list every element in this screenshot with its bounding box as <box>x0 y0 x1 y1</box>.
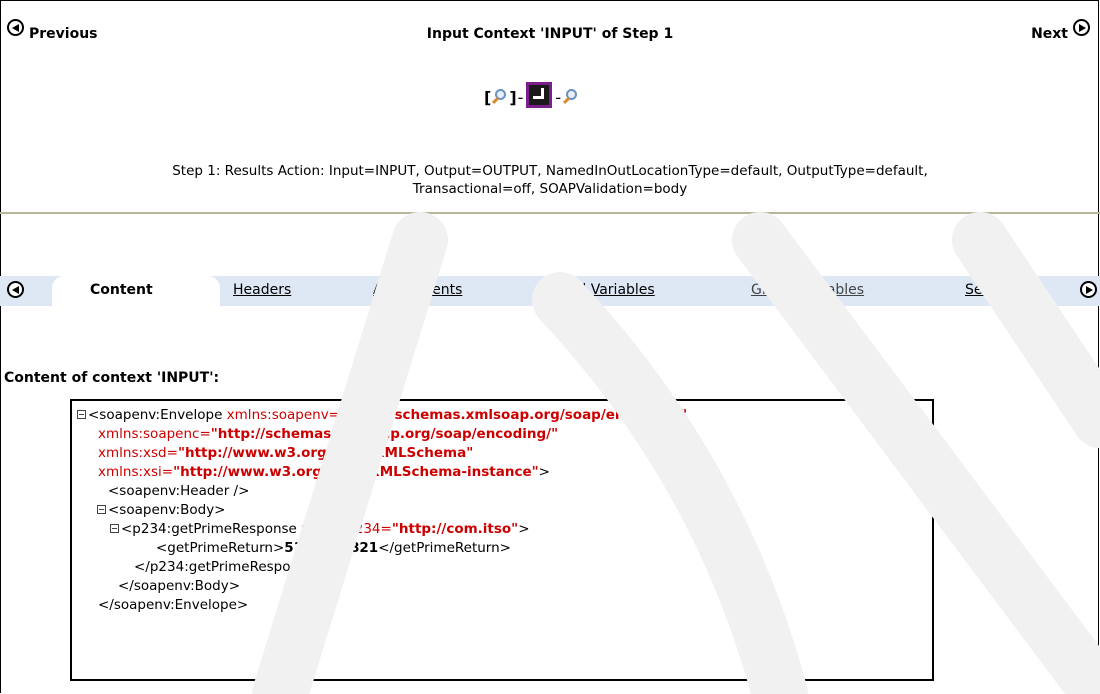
xml-line-response-close: </p234:getPrimeResponse> <box>134 559 326 575</box>
xml-attr: xmlns:soapenc= <box>98 426 211 442</box>
step-description: Step 1: Results Action: Input=INPUT, Out… <box>0 162 1100 198</box>
xml-attr: xmlns:p234= <box>301 521 392 537</box>
step-description-line1: Step 1: Results Action: Input=INPUT, Out… <box>172 163 928 179</box>
xml-value: "http://schemas.xmlsoap.org/soap/encodin… <box>210 426 559 442</box>
bracket-close: ] <box>509 87 517 107</box>
xml-line-soapenc: xmlns:soapenc="http://schemas.xmlsoap.or… <box>98 425 558 444</box>
xml-tag: <p234:getPrimeResponse <box>121 521 302 537</box>
xml-line-return: <getPrimeReturn>5100189821</getPrimeRetu… <box>156 539 511 558</box>
tabs-scroll-right-icon[interactable] <box>1080 281 1097 298</box>
magnifier-icon[interactable] <box>491 88 509 106</box>
xml-line-envelope: <soapenv:Envelope xmlns:soapenv="http://… <box>77 406 687 425</box>
xml-attr: xmlns:xsd= <box>98 445 178 461</box>
xml-attr: xmlns:xsi= <box>98 464 174 480</box>
xml-tag: <soapenv:Body> <box>108 502 226 518</box>
xml-line-xsd: xmlns:xsd="http://www.w3.org/2001/XMLSch… <box>98 444 473 463</box>
xml-line-response: <p234:getPrimeResponse xmlns:p234="http:… <box>110 520 530 539</box>
xml-tag-end: > <box>518 521 530 537</box>
xml-line-header: <soapenv:Header /> <box>108 483 250 499</box>
dash-separator: - <box>517 87 524 107</box>
collapse-toggle-icon[interactable] <box>97 505 106 514</box>
tab-attachments[interactable]: Attachments <box>373 282 462 298</box>
tabs-scroll-left-icon[interactable] <box>7 281 24 298</box>
tab-global-variables[interactable]: Global Variables <box>751 282 864 298</box>
context-tabs: Content Headers Attachments Local Variab… <box>0 276 1100 306</box>
collapse-toggle-icon[interactable] <box>77 410 86 419</box>
magnifier-icon-next[interactable] <box>562 88 580 106</box>
xml-tag: <getPrimeReturn> <box>156 540 285 556</box>
tab-headers[interactable]: Headers <box>233 282 291 298</box>
xml-return-value: 5100189821 <box>284 540 379 556</box>
content-heading: Content of context 'INPUT': <box>4 370 220 386</box>
page-title: Input Context 'INPUT' of Step 1 <box>426 26 674 42</box>
next-link[interactable]: Next <box>1031 19 1090 42</box>
tab-content[interactable]: Content <box>90 282 153 298</box>
bracket-open: [ <box>484 87 492 107</box>
xml-tag-end: > <box>538 464 550 480</box>
xml-value: "http://schemas.xmlsoap.org/soap/envelop… <box>340 407 688 423</box>
xml-value: "http://com.itso" <box>391 521 519 537</box>
xml-tag: <soapenv:Envelope <box>88 407 227 423</box>
xml-line-xsi: xmlns:xsi="http://www.w3.org/2001/XMLSch… <box>98 463 550 482</box>
xml-value: "http://www.w3.org/2001/XMLSchema-instan… <box>173 464 539 480</box>
next-label[interactable]: Next <box>1031 26 1068 42</box>
tab-local-variables[interactable]: Local Variables <box>550 282 655 298</box>
results-action-icon[interactable] <box>526 82 553 108</box>
xml-line-envelope-close: </soapenv:Envelope> <box>98 597 249 613</box>
dash-separator: - <box>555 87 562 107</box>
separator-line <box>0 212 1100 214</box>
step-icons-row: [ ] - - <box>484 82 580 110</box>
xml-content-box: <soapenv:Envelope xmlns:soapenv="http://… <box>70 399 934 681</box>
xml-line-body-close: </soapenv:Body> <box>118 578 241 594</box>
xml-attr: xmlns:soapenv= <box>226 407 340 423</box>
collapse-toggle-icon[interactable] <box>110 524 119 533</box>
xml-line-body: <soapenv:Body> <box>97 501 226 520</box>
xml-tag: </getPrimeReturn> <box>378 540 511 556</box>
tab-service-variables[interactable]: Service Var <box>965 282 1044 298</box>
xml-value: "http://www.w3.org/2001/XMLSchema" <box>177 445 474 461</box>
step-description-line2: Transactional=off, SOAPValidation=body <box>412 181 688 197</box>
next-arrow-icon[interactable] <box>1073 19 1090 36</box>
